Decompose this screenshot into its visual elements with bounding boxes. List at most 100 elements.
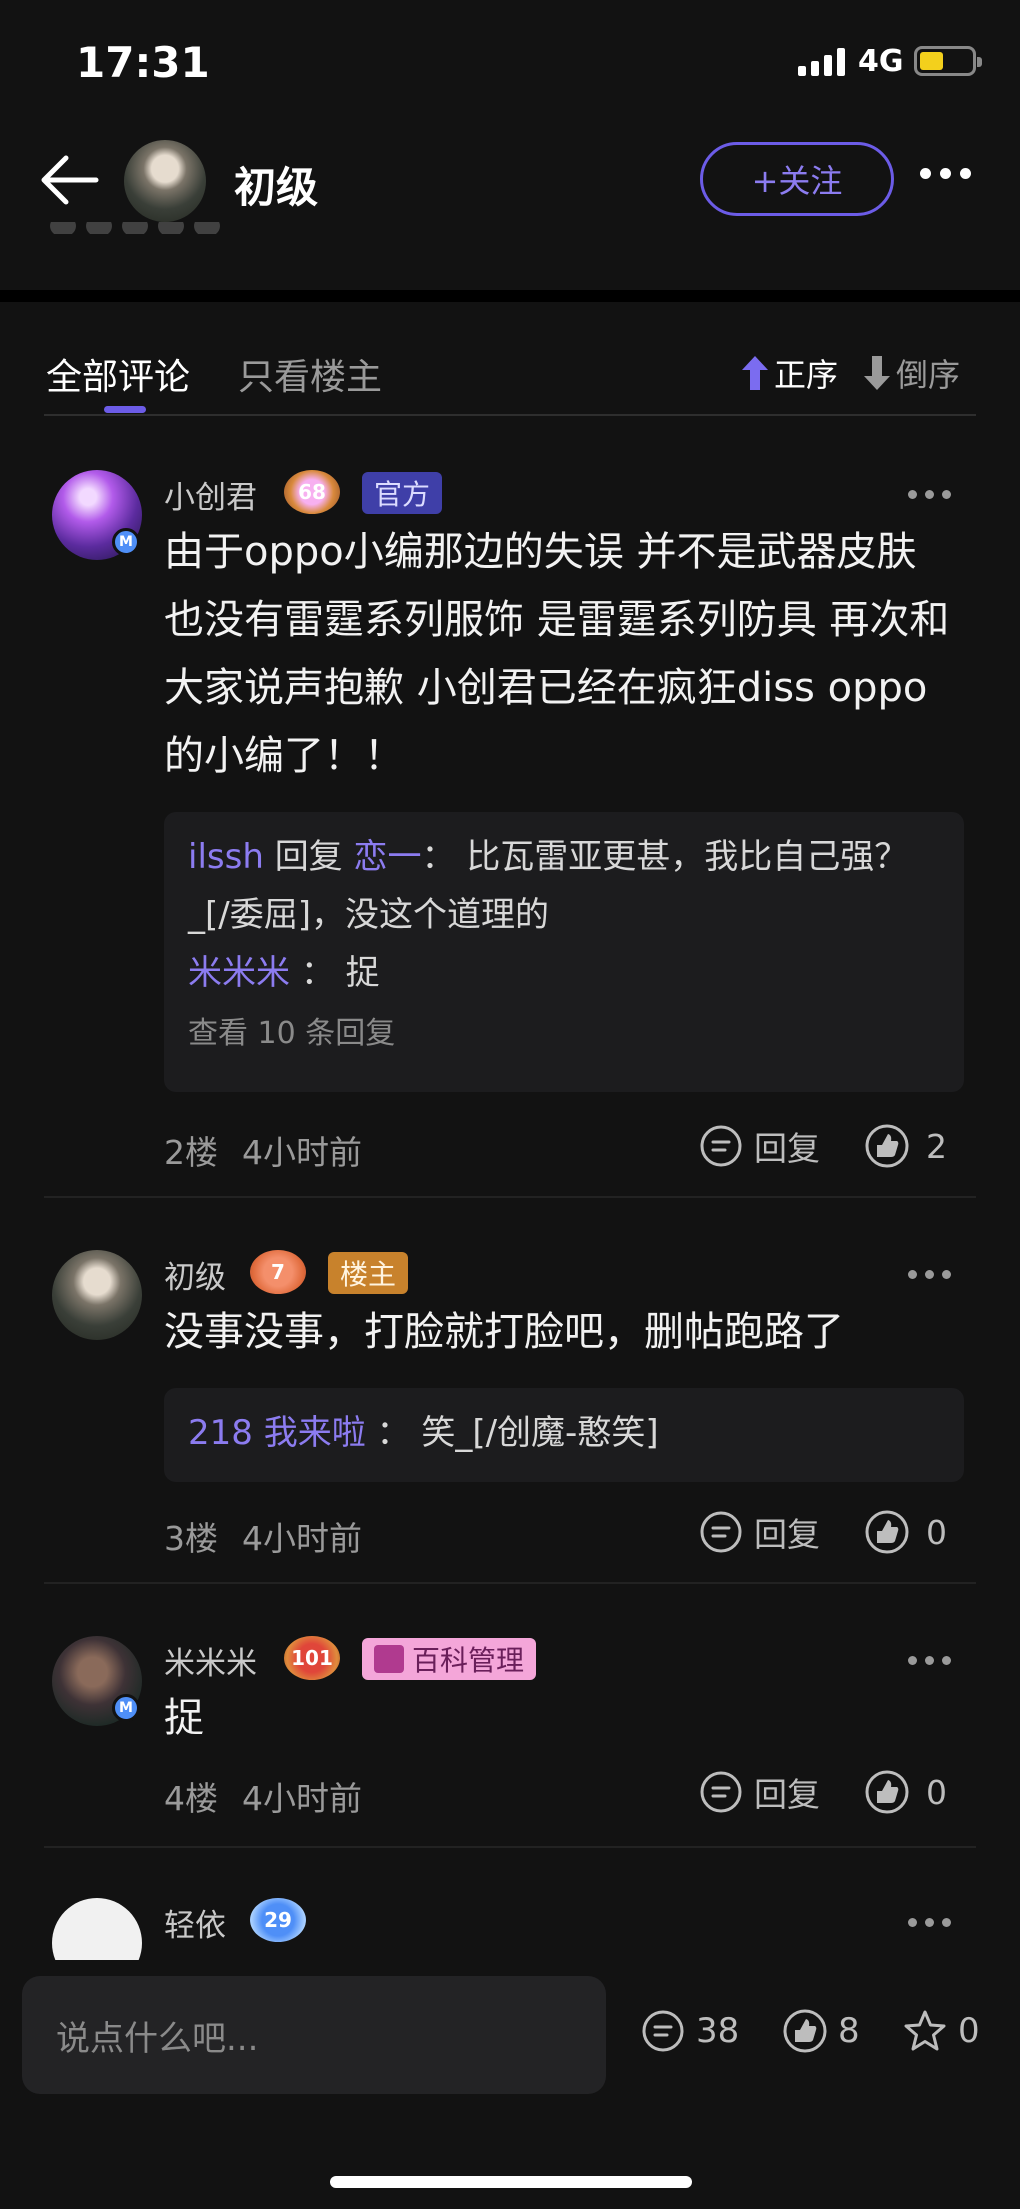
comment-time: 4小时前 [242, 1779, 362, 1818]
reply-preview[interactable]: ilssh 回复 恋一： 比瓦雷亚更甚，我比自己强？_[/委屈]，没这个道理的 … [164, 812, 964, 1092]
comment-count-button[interactable]: 38 [640, 2008, 739, 2054]
sort-desc-label: 倒序 [896, 356, 961, 394]
comment-username[interactable]: 小创君 [164, 472, 257, 517]
comment-more-icon[interactable] [908, 1270, 951, 1279]
reply-item: ilssh 回复 恋一： 比瓦雷亚更甚，我比自己强？_[/委屈]，没这个道理的 [188, 828, 940, 944]
thumb-icon[interactable] [864, 1509, 910, 1555]
comment-divider [44, 1846, 976, 1848]
reply-username[interactable]: ilssh [188, 837, 264, 877]
comment-text: 由于oppo小编那边的失误 并不是武器皮肤 也没有雷霆系列服饰 是雷霆系列防具 … [164, 529, 950, 779]
reply-item: 米米米 ： 捉 [188, 944, 940, 1002]
avatar[interactable] [52, 1250, 142, 1340]
like-count: 2 [926, 1126, 947, 1166]
thumb-icon[interactable] [864, 1123, 910, 1169]
arrow-up-icon [742, 356, 768, 390]
scrolled-content-edge [50, 222, 300, 234]
level-badge: 7 [250, 1250, 306, 1294]
sort-asc-label: 正序 [774, 356, 839, 394]
post-header: 初级 +关注 [0, 130, 1020, 230]
reply-button[interactable]: 回复 [754, 1122, 820, 1170]
tab-indicator [104, 406, 146, 413]
comment-more-icon[interactable] [908, 490, 951, 499]
sort-asc-button[interactable]: 正序 [740, 350, 838, 396]
comment-icon[interactable] [698, 1123, 744, 1169]
official-tag: 官方 [362, 472, 443, 514]
reply-username[interactable]: 米米米 [188, 953, 290, 993]
like-button[interactable]: 8 [782, 2008, 860, 2054]
reply-username[interactable]: 218 我来啦 [188, 1413, 366, 1453]
comment-meta: 3楼 4小时前 [164, 1512, 362, 1560]
like-count: 8 [838, 2011, 860, 2051]
network-label: 4G [858, 44, 904, 79]
reply-button[interactable]: 回复 [754, 1768, 820, 1816]
tab-all-comments[interactable]: 全部评论 [46, 348, 190, 400]
more-icon[interactable] [920, 168, 971, 179]
reply-content: 捉 [345, 953, 380, 993]
comment-icon[interactable] [698, 1509, 744, 1555]
favorite-button[interactable]: 0 [902, 2008, 980, 2054]
wiki-admin-label: 百科管理 [412, 1644, 525, 1677]
view-more-replies-link[interactable]: 查看 10 条回复 [188, 1008, 940, 1052]
comment-time: 4小时前 [242, 1519, 362, 1558]
comment-username[interactable]: 初级 [164, 1252, 226, 1297]
comment-actions: 回复 2 [698, 1122, 947, 1170]
comment-divider [44, 1196, 976, 1198]
comment-more-icon[interactable] [908, 1918, 951, 1927]
reply-word: 回复 [274, 837, 343, 877]
arrow-down-icon [864, 356, 890, 390]
level-badge: 29 [250, 1898, 306, 1942]
comment-item: 初级 7 楼主 没事没事，打脸就打脸吧，删帖跑路了 218 我来啦 ： 笑_[/… [0, 1250, 1020, 1580]
comment-count: 38 [696, 2011, 740, 2051]
comment-username[interactable]: 轻依 [164, 1900, 226, 1945]
verified-badge-icon: M [112, 1694, 140, 1722]
sort-desc-button[interactable]: 倒序 [862, 350, 960, 396]
comment-text: 捉 [164, 1695, 204, 1741]
reply-content: 笑_[/创魔-憨笑] [421, 1413, 659, 1453]
author-avatar[interactable] [124, 140, 206, 222]
comment-time: 4小时前 [242, 1133, 362, 1172]
comment-item: M 米米米 101 百科管理 捉 4楼 4小时前 回复 0 [0, 1636, 1020, 1836]
tabs-divider [44, 414, 976, 416]
thumb-icon[interactable] [864, 1769, 910, 1815]
reply-button[interactable]: 回复 [754, 1508, 820, 1556]
level-badge: 101 [284, 1636, 340, 1680]
reply-separator: ： [300, 953, 335, 993]
reply-target[interactable]: 恋一 [354, 837, 422, 877]
owner-tag: 楼主 [328, 1252, 409, 1294]
comment-text: 没事没事，打脸就打脸吧，删帖跑路了 [164, 1309, 844, 1355]
comment-username[interactable]: 米米米 [164, 1638, 257, 1683]
comment-tabs: 全部评论 只看楼主 正序 倒序 [0, 340, 1020, 416]
follow-button[interactable]: +关注 [700, 142, 894, 216]
comment-icon[interactable] [698, 1769, 744, 1815]
reply-preview[interactable]: 218 我来啦 ： 笑_[/创魔-憨笑] [164, 1388, 964, 1482]
tab-owner-only[interactable]: 只看楼主 [238, 348, 382, 400]
author-name[interactable]: 初级 [234, 154, 318, 215]
comment-meta: 4楼 4小时前 [164, 1772, 362, 1820]
bottom-bar: 说点什么吧... 38 8 0 [0, 1960, 1020, 2209]
verified-badge-icon: M [112, 528, 140, 556]
avatar[interactable] [52, 1898, 142, 1960]
floor-number: 2楼 [164, 1133, 218, 1172]
reply-item: 218 我来啦 ： 笑_[/创魔-憨笑] [188, 1404, 940, 1462]
like-count: 0 [926, 1772, 947, 1812]
floor-number: 3楼 [164, 1519, 218, 1558]
comment-item: M 小创君 68 官方 由于oppo小编那边的失误 并不是武器皮肤 也没有雷霆系… [0, 470, 1020, 1200]
battery-icon [914, 46, 982, 76]
star-icon [904, 2010, 946, 2051]
status-bar: 17:31 4G [0, 0, 1020, 120]
back-arrow-icon[interactable] [38, 152, 102, 208]
comment-icon [642, 2010, 684, 2052]
thumb-icon [783, 2009, 827, 2053]
comment-meta: 2楼 4小时前 [164, 1126, 362, 1174]
wiki-book-icon [374, 1645, 404, 1673]
comment-more-icon[interactable] [908, 1656, 951, 1665]
comment-actions: 回复 0 [698, 1768, 947, 1816]
section-divider [0, 290, 1020, 302]
signal-icon [798, 48, 845, 76]
comment-input[interactable]: 说点什么吧... [22, 1976, 606, 2094]
like-count: 0 [926, 1512, 947, 1552]
comment-divider [44, 1582, 976, 1584]
home-indicator[interactable] [330, 2176, 692, 2188]
comment-actions: 回复 0 [698, 1508, 947, 1556]
level-badge: 68 [284, 470, 340, 514]
